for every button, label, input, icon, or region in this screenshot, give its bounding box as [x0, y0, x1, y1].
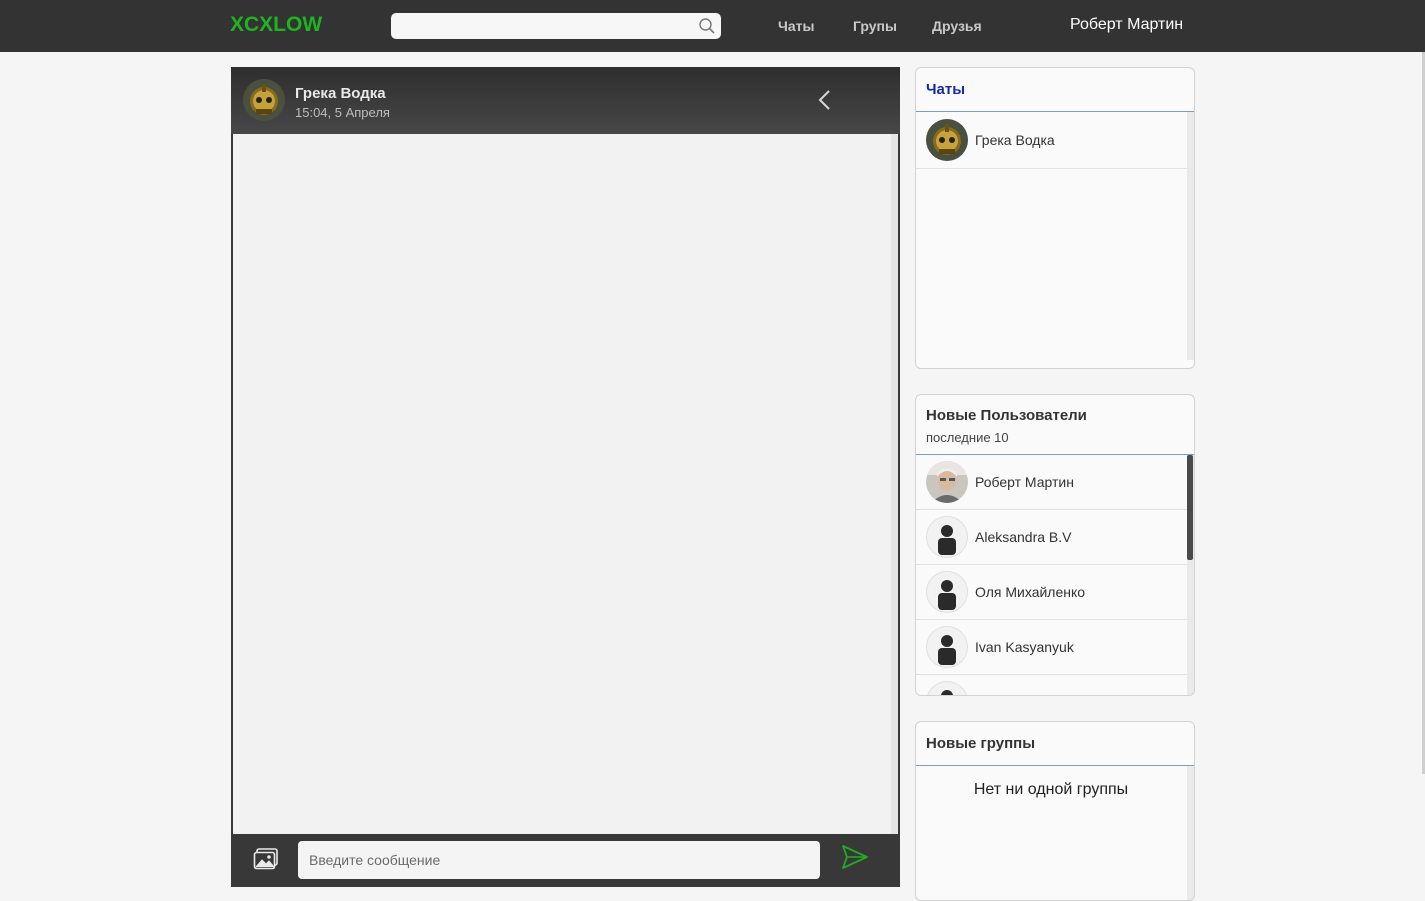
user-list-item[interactable]: Роберт Мартин	[916, 455, 1194, 510]
chevron-left-icon[interactable]	[815, 89, 835, 111]
user-list-item-name: Роберт Мартин	[975, 474, 1074, 490]
default-avatar-icon	[926, 516, 968, 558]
current-user-name[interactable]: Роберт Мартин	[1070, 16, 1183, 34]
new-groups-card-scrollbar[interactable]	[1187, 766, 1194, 900]
chat-timestamp: 15:04, 5 Апреля	[295, 105, 390, 120]
new-users-card-scroll-thumb[interactable]	[1187, 455, 1193, 560]
new-users-card-title: Новые Пользователи	[926, 407, 1087, 424]
new-users-card: Новые Пользователи последние 10 Роберт М…	[915, 394, 1195, 696]
chat-list-item-name: Грека Водка	[975, 132, 1055, 148]
message-area	[233, 134, 891, 834]
image-icon[interactable]	[253, 847, 279, 871]
user-list-item[interactable]: Оля Михайленко	[916, 565, 1194, 620]
new-users-card-subtitle: последние 10	[926, 430, 1009, 445]
new-groups-card-header: Новые группы	[916, 722, 1194, 766]
message-input[interactable]	[298, 841, 820, 879]
new-users-card-header: Новые Пользователи последние 10	[916, 395, 1194, 455]
avatar	[926, 119, 968, 161]
user-list-item-name: Оля Михайленко	[975, 584, 1086, 600]
new-groups-card-title: Новые группы	[926, 735, 1036, 752]
chats-card: Чаты Грека Водка	[915, 67, 1195, 369]
chat-panel: Грека Водка 15:04, 5 Апреля	[231, 67, 900, 887]
user-list-item-name: Ivan Kasyanyuk	[975, 639, 1074, 655]
nav-friends[interactable]: Друзья	[932, 18, 982, 34]
composer-bar	[231, 834, 900, 887]
chat-header: Грека Водка 15:04, 5 Апреля	[231, 67, 900, 134]
empty-groups-message: Нет ни одной группы	[973, 781, 1129, 798]
logo[interactable]: XCXLOW	[230, 13, 322, 37]
message-area-scrollbar[interactable]	[891, 134, 898, 834]
default-avatar-icon	[926, 571, 968, 613]
user-list-item[interactable]: Ivan Kasyanyuk	[916, 620, 1194, 675]
user-list-item[interactable]	[916, 675, 1194, 695]
chat-title: Грека Водка	[295, 85, 386, 102]
chats-card-title: Чаты	[926, 81, 966, 98]
avatar	[926, 461, 968, 503]
send-icon[interactable]	[841, 844, 869, 870]
search-input[interactable]	[391, 13, 691, 39]
default-avatar-icon	[926, 626, 968, 668]
new-groups-card: Новые группы Нет ни одной группы	[915, 721, 1195, 901]
top-navbar: XCXLOW Чаты Групы Друзья Роберт Мартин	[0, 0, 1425, 52]
search-icon[interactable]	[698, 17, 716, 35]
chats-card-scrollbar[interactable]	[1187, 112, 1194, 360]
chat-list-item[interactable]: Грека Водка	[916, 112, 1194, 169]
user-list-item[interactable]: Aleksandra B.V	[916, 510, 1194, 565]
default-avatar-icon	[926, 681, 968, 695]
nav-chats[interactable]: Чаты	[778, 18, 814, 34]
nav-groups[interactable]: Групы	[853, 18, 897, 34]
chats-card-header: Чаты	[916, 68, 1194, 112]
user-list-item-name: Aleksandra B.V	[975, 529, 1072, 545]
search-box[interactable]	[391, 13, 721, 39]
chat-avatar[interactable]	[243, 79, 285, 121]
